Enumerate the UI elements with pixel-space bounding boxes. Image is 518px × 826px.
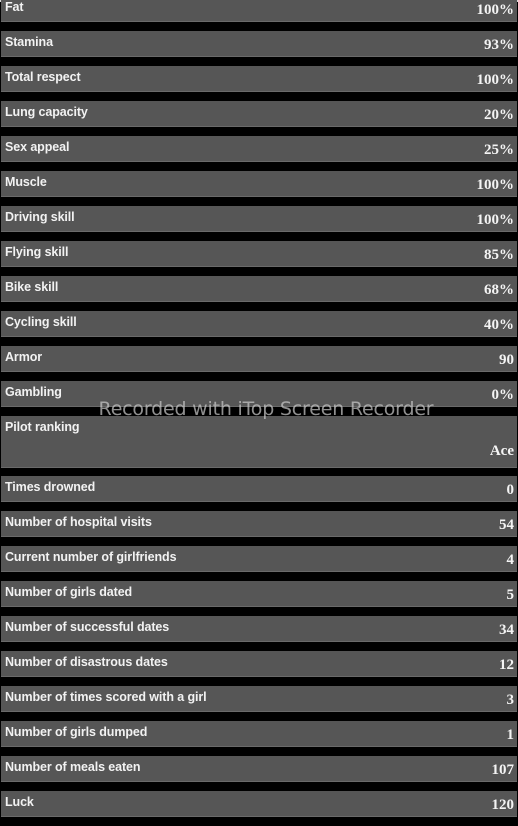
stat-value: 1 — [506, 727, 515, 743]
stat-row-total-respect: Total respect 100% — [1, 66, 517, 92]
stat-value: 100% — [476, 2, 515, 18]
stat-row-sex-appeal: Sex appeal 25% — [1, 136, 517, 162]
stat-value: 34 — [499, 622, 514, 638]
stat-value: Ace — [489, 443, 514, 459]
stat-label: Number of meals eaten — [5, 760, 141, 774]
stat-value: 3 — [506, 692, 515, 708]
stat-value: 68% — [484, 282, 514, 298]
stat-label: Luck — [5, 795, 34, 809]
stat-value: 0% — [491, 387, 515, 403]
stat-row-lung-capacity: Lung capacity 20% — [1, 101, 517, 127]
stat-label: Driving skill — [5, 210, 75, 224]
stat-row-times-scored: Number of times scored with a girl 3 — [1, 686, 517, 712]
stat-label: Gambling — [5, 385, 62, 399]
stat-row-gambling: Gambling 0% — [1, 381, 517, 407]
stat-row-flying-skill: Flying skill 85% — [1, 241, 517, 267]
stat-label: Flying skill — [5, 245, 69, 259]
stats-list: Fat 100% Stamina 93% Total respect 100% … — [1, 0, 517, 826]
stat-row-muscle: Muscle 100% — [1, 171, 517, 197]
stat-value: 5 — [506, 587, 515, 603]
stat-value: 93% — [484, 37, 514, 53]
stat-label: Muscle — [5, 175, 47, 189]
stat-value: 100% — [476, 177, 515, 193]
stat-label: Total respect — [5, 70, 81, 84]
stat-label: Number of hospital visits — [5, 515, 152, 529]
stat-label: Number of girls dated — [5, 585, 133, 599]
stat-value: 100% — [476, 72, 515, 88]
stat-value: 54 — [499, 517, 514, 533]
stat-label: Number of disastrous dates — [5, 655, 168, 669]
stat-value: 40% — [484, 317, 514, 333]
stat-row-current-girlfriends: Current number of girlfriends 4 — [1, 546, 517, 572]
stat-label: Cycling skill — [5, 315, 77, 329]
stat-label: Number of times scored with a girl — [5, 690, 207, 704]
stat-value: 120 — [491, 797, 515, 813]
stat-row-disastrous-dates: Number of disastrous dates 12 — [1, 651, 517, 677]
stat-label: Lung capacity — [5, 105, 88, 119]
stat-row-fat: Fat 100% — [1, 0, 517, 22]
stat-row-girls-dumped: Number of girls dumped 1 — [1, 721, 517, 747]
stat-row-girls-dated: Number of girls dated 5 — [1, 581, 517, 607]
stat-label: Number of successful dates — [5, 620, 170, 634]
stat-value: 85% — [484, 247, 514, 263]
stat-row-meals-eaten: Number of meals eaten 107 — [1, 756, 517, 782]
stat-row-luck: Luck 120 — [1, 791, 517, 817]
stat-value: 20% — [484, 107, 514, 123]
stat-row-bike-skill: Bike skill 68% — [1, 276, 517, 302]
stat-value: 25% — [484, 142, 514, 158]
stat-row-hospital-visits: Number of hospital visits 54 — [1, 511, 517, 537]
stat-label: Number of girls dumped — [5, 725, 148, 739]
stat-label: Sex appeal — [5, 140, 70, 154]
stat-row-driving-skill: Driving skill 100% — [1, 206, 517, 232]
stat-label: Pilot ranking — [5, 420, 80, 434]
stat-value: 4 — [506, 552, 515, 568]
stat-value: 100% — [476, 212, 515, 228]
stat-label: Current number of girlfriends — [5, 550, 177, 564]
stat-label: Times drowned — [5, 480, 96, 494]
stat-value: 0 — [506, 482, 515, 498]
stat-row-successful-dates: Number of successful dates 34 — [1, 616, 517, 642]
stat-row-cycling-skill: Cycling skill 40% — [1, 311, 517, 337]
stat-row-stamina: Stamina 93% — [1, 31, 517, 57]
stat-label: Armor — [5, 350, 43, 364]
stat-row-pilot-ranking: Pilot ranking Ace — [1, 416, 517, 468]
stat-label: Stamina — [5, 35, 53, 49]
stat-label: Fat — [5, 0, 24, 14]
stat-value: 12 — [499, 657, 514, 673]
stat-row-times-drowned: Times drowned 0 — [1, 476, 517, 502]
stat-value: 107 — [491, 762, 515, 778]
stat-row-armor: Armor 90 — [1, 346, 517, 372]
stat-value: 90 — [499, 352, 514, 368]
stat-label: Bike skill — [5, 280, 59, 294]
